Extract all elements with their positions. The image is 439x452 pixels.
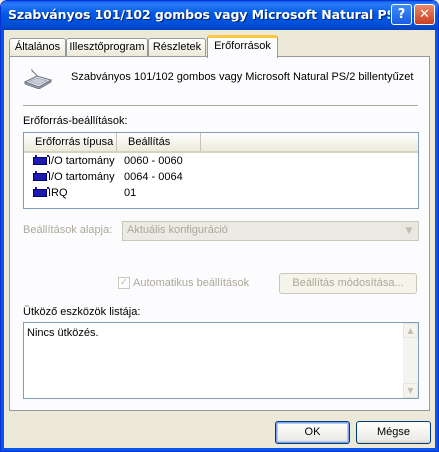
resource-row[interactable]: I/O tartomány 0064 - 0064 bbox=[24, 170, 418, 185]
window-title: Szabványos 101/102 gombos vagy Microsoft… bbox=[8, 7, 390, 22]
resource-type: I/O tartomány bbox=[48, 155, 115, 167]
resource-settings-label: Erőforrás-beállítások: bbox=[23, 115, 128, 127]
tab-details[interactable]: Részletek bbox=[148, 38, 206, 56]
resource-list[interactable]: Erőforrás típusa Beállítás I/O tartomány… bbox=[23, 132, 419, 209]
keyboard-icon bbox=[23, 68, 53, 89]
chevron-down-icon[interactable]: ▼ bbox=[401, 223, 417, 239]
tab-general[interactable]: Általános bbox=[9, 38, 66, 56]
chip-icon bbox=[33, 155, 49, 165]
conflict-list-textbox[interactable]: Nincs ütközés. ▲ ▼ bbox=[23, 322, 419, 399]
resource-row[interactable]: IRQ 01 bbox=[24, 186, 418, 201]
scroll-up-arrow-icon[interactable]: ▲ bbox=[403, 323, 418, 338]
window-frame-left bbox=[1, 30, 4, 451]
help-button[interactable]: ? bbox=[391, 4, 412, 25]
chip-icon bbox=[33, 171, 49, 181]
resource-type: I/O tartomány bbox=[48, 171, 115, 183]
tab-driver[interactable]: Illesztőprogram bbox=[66, 38, 148, 56]
title-bar[interactable]: Szabványos 101/102 gombos vagy Microsoft… bbox=[1, 1, 438, 30]
device-name: Szabványos 101/102 gombos vagy Microsoft… bbox=[71, 71, 414, 83]
column-header-setting[interactable]: Beállítás bbox=[117, 133, 201, 151]
tab-resources[interactable]: Erőforrások bbox=[207, 35, 278, 58]
divider bbox=[23, 105, 418, 107]
ok-button[interactable]: OK bbox=[275, 421, 350, 444]
conflict-list-label: Ütköző eszközök listája: bbox=[23, 306, 141, 318]
cancel-button[interactable]: Mégse bbox=[356, 421, 431, 444]
settings-based-on-label: Beállítások alapja: bbox=[23, 224, 113, 236]
window-frame-bottom bbox=[1, 448, 438, 451]
settings-based-on-value: Aktuális konfiguráció bbox=[127, 224, 228, 236]
auto-settings-checkbox[interactable]: ✓ bbox=[118, 277, 130, 289]
change-setting-button[interactable]: Beállítás módosítása... bbox=[279, 273, 417, 294]
resource-setting: 0060 - 0060 bbox=[124, 155, 183, 167]
scroll-down-arrow-icon[interactable]: ▼ bbox=[403, 383, 418, 398]
resource-setting: 0064 - 0064 bbox=[124, 171, 183, 183]
resource-type: IRQ bbox=[48, 187, 68, 199]
column-header-type[interactable]: Erőforrás típusa bbox=[24, 133, 117, 151]
resource-setting: 01 bbox=[124, 187, 137, 199]
window-frame-right bbox=[435, 30, 438, 451]
resource-row[interactable]: I/O tartomány 0060 - 0060 bbox=[24, 154, 418, 169]
conflict-list-scrollbar[interactable]: ▲ ▼ bbox=[403, 323, 418, 398]
settings-based-on-select[interactable]: Aktuális konfiguráció ▼ bbox=[122, 221, 419, 241]
auto-settings-label: Automatikus beállítások bbox=[133, 277, 250, 289]
close-button[interactable]: ✕ bbox=[414, 4, 435, 25]
resource-list-header: Erőforrás típusa Beállítás bbox=[24, 133, 418, 153]
chip-icon bbox=[33, 187, 49, 197]
device-properties-window: Szabványos 101/102 gombos vagy Microsoft… bbox=[0, 0, 439, 452]
conflict-list-text: Nincs ütközés. bbox=[27, 327, 99, 339]
